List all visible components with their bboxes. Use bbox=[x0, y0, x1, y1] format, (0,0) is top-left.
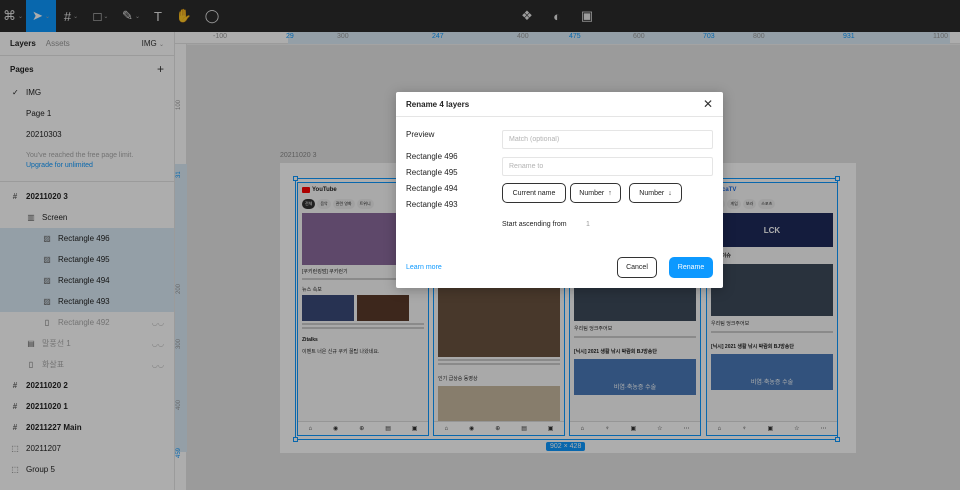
rename-input[interactable] bbox=[502, 157, 713, 176]
start-ascending-label: Start ascending from bbox=[502, 221, 567, 228]
current-name-label: Current name bbox=[512, 189, 556, 197]
rename-button[interactable]: Rename bbox=[669, 257, 713, 278]
number-ascending-button[interactable]: Number ↑ bbox=[570, 183, 621, 203]
close-icon[interactable]: ✕ bbox=[703, 97, 713, 111]
start-ascending-value[interactable]: 1 bbox=[586, 221, 590, 228]
preview-item: Rectangle 494 bbox=[406, 184, 458, 193]
match-input[interactable] bbox=[502, 130, 713, 149]
number-down-label: Number bbox=[639, 189, 665, 197]
current-name-button[interactable]: Current name bbox=[502, 183, 566, 203]
number-up-label: Number bbox=[579, 189, 605, 197]
learn-more-link[interactable]: Learn more bbox=[406, 264, 442, 271]
arrow-down-icon: ↓ bbox=[668, 189, 672, 197]
preview-item: Rectangle 493 bbox=[406, 200, 458, 209]
dialog-title: Rename 4 layers bbox=[406, 99, 470, 109]
preview-item: Rectangle 496 bbox=[406, 152, 458, 161]
preview-item: Rectangle 495 bbox=[406, 168, 458, 177]
arrow-up-icon: ↑ bbox=[608, 189, 612, 197]
dialog-header: Rename 4 layers ✕ bbox=[396, 92, 723, 117]
rename-dialog: Rename 4 layers ✕ Preview Rectangle 496 … bbox=[396, 92, 723, 288]
cancel-button[interactable]: Cancel bbox=[617, 257, 657, 278]
number-descending-button[interactable]: Number ↓ bbox=[629, 183, 682, 203]
preview-title: Preview bbox=[406, 130, 435, 139]
